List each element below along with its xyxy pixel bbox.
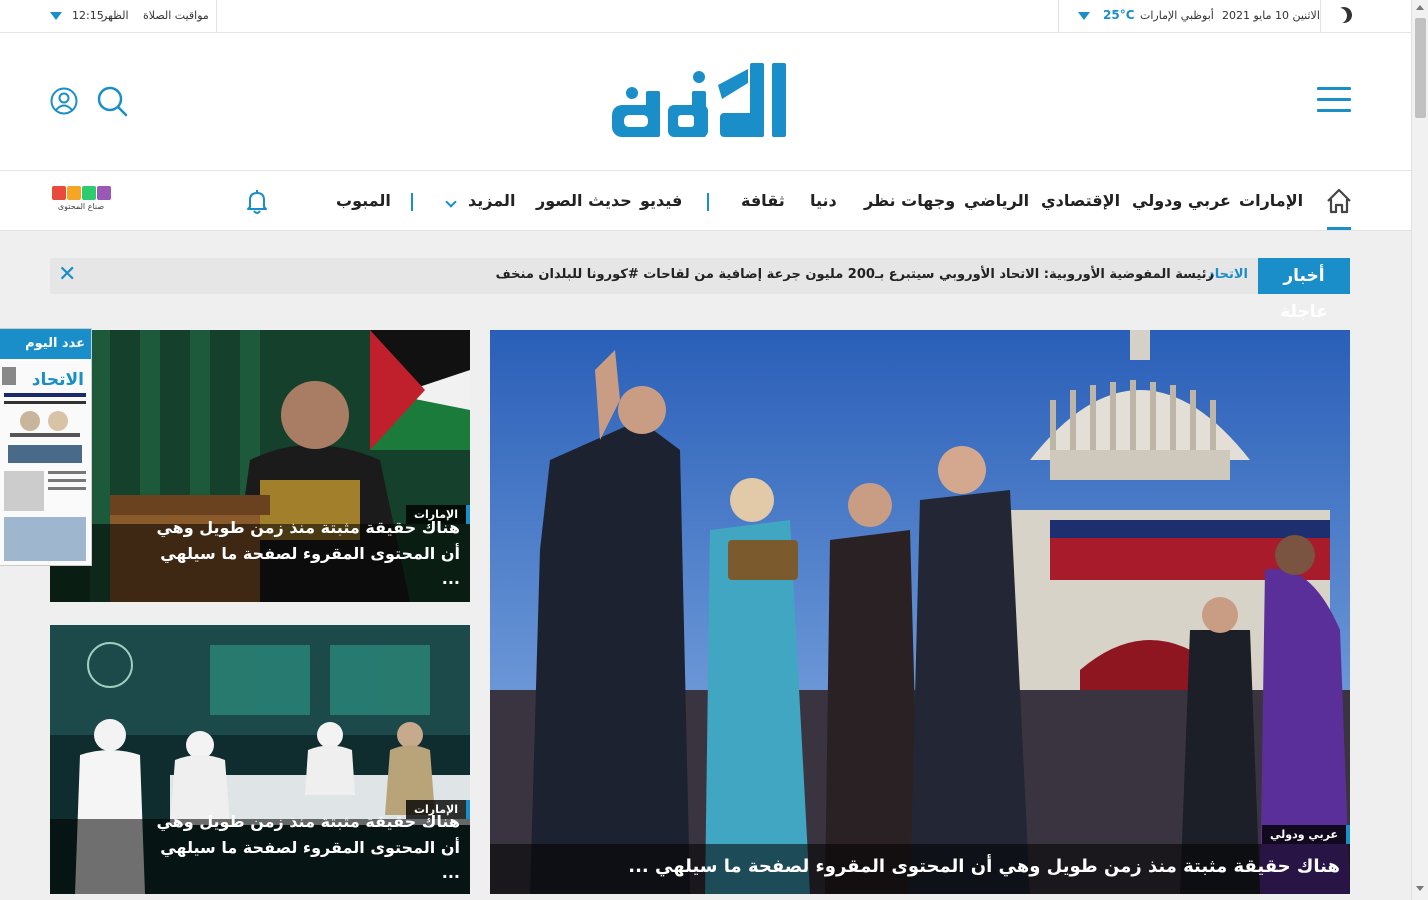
newspaper-cover-thumbnail: الاتحاد [0, 361, 90, 565]
page: الاثنين 10 مايو 2021 أبوظبي الإمارات 25°… [0, 0, 1411, 900]
side-story-headline[interactable]: هناك حقيقة مثبتة منذ زمن طويل وهي أن الم… [150, 515, 460, 592]
divider [1058, 0, 1059, 33]
weather-temperature: 25°C [1103, 8, 1135, 22]
nav-item-classifieds[interactable]: المبوب [336, 191, 391, 210]
divider [1320, 0, 1321, 33]
home-icon[interactable] [1325, 187, 1353, 215]
scrollbar-thumb[interactable] [1415, 18, 1426, 118]
content-creators-link[interactable]: صناع المحتوى [50, 186, 112, 220]
scroll-up-arrow-icon[interactable] [1416, 5, 1424, 10]
prayer-dropdown-icon[interactable] [50, 12, 62, 20]
breaking-news-text[interactable]: رئيسة المفوضية الأوروبية: الاتحاد الأورو… [496, 267, 1214, 282]
main-story-headline[interactable]: هناك حقيقة مثبتة منذ زمن طويل وهي أن الم… [628, 853, 1340, 882]
nav-item-more[interactable]: المزيد [468, 191, 515, 210]
side-story-headline[interactable]: هناك حقيقة مثبتة منذ زمن طويل وهي أن الم… [150, 809, 460, 886]
prayer-name: الظهر [102, 9, 129, 22]
nav-item-arab-world[interactable]: عربي ودولي [1132, 191, 1231, 210]
side-story-card[interactable]: الإمارات هناك حقيقة مثبتة منذ زمن طويل و… [50, 330, 470, 602]
edition-masthead: الاتحاد [32, 370, 84, 390]
close-icon[interactable]: ✕ [58, 264, 76, 286]
nav-item-photo-talk[interactable]: حديث الصور [536, 191, 632, 210]
side-story-card[interactable]: الإمارات هناك حقيقة مثبتة منذ زمن طويل و… [50, 625, 470, 894]
main-story-card[interactable]: عربي ودولي هناك حقيقة مثبتة منذ زمن طويل… [490, 330, 1350, 894]
nav-item-sports[interactable]: الرياضي [964, 191, 1029, 210]
home-active-indicator [1327, 227, 1351, 230]
site-logo[interactable] [608, 55, 794, 145]
nav-item-video[interactable]: فيديو [640, 191, 682, 210]
content-creators-label: صناع المحتوى [57, 202, 105, 211]
main-navigation: الإمارات عربي ودولي الإقتصادي الرياضي وج… [0, 171, 1411, 231]
weather-dropdown-icon[interactable] [1078, 12, 1090, 20]
nav-item-economy[interactable]: الإقتصادي [1041, 191, 1120, 210]
prayer-time: 12:15 [72, 9, 104, 22]
category-badge[interactable]: عربي ودولي [1261, 825, 1350, 844]
top-bar: الاثنين 10 مايو 2021 أبوظبي الإمارات 25°… [0, 0, 1411, 33]
chevron-down-icon[interactable] [445, 196, 457, 208]
nav-item-culture[interactable]: ثقافة [741, 191, 785, 210]
todays-edition-widget[interactable]: عدد اليوم الاتحاد [0, 328, 92, 566]
breaking-news-brand: الاتحاد [1208, 267, 1248, 282]
site-header [0, 33, 1411, 171]
nav-item-opinions[interactable]: وجهات نظر [864, 191, 955, 210]
breaking-news-badge: أخبار عاجلة [1258, 258, 1350, 322]
nav-separator [707, 193, 709, 211]
prayer-times-label[interactable]: مواقيت الصلاة [143, 9, 209, 22]
scroll-down-arrow-icon[interactable] [1416, 886, 1424, 891]
dark-mode-moon-icon[interactable] [1334, 5, 1355, 26]
notifications-bell-icon[interactable] [246, 189, 268, 215]
nav-separator [411, 193, 413, 211]
search-icon[interactable] [96, 85, 128, 117]
divider [216, 0, 217, 33]
weather-location: أبوظبي الإمارات [1140, 9, 1214, 22]
todays-edition-label: عدد اليوم [0, 329, 91, 359]
content-creators-icon [52, 186, 112, 200]
user-account-icon[interactable] [50, 86, 78, 116]
menu-hamburger-icon[interactable] [1317, 87, 1351, 113]
main-story-photo [490, 330, 1350, 894]
nav-item-emirates[interactable]: الإمارات [1239, 191, 1303, 210]
nav-item-donia[interactable]: دنيا [810, 191, 837, 210]
breaking-news-bar: أخبار عاجلة الاتحاد رئيسة المفوضية الأور… [50, 258, 1350, 322]
vertical-scrollbar[interactable] [1411, 0, 1428, 900]
current-date: الاثنين 10 مايو 2021 [1222, 9, 1320, 22]
